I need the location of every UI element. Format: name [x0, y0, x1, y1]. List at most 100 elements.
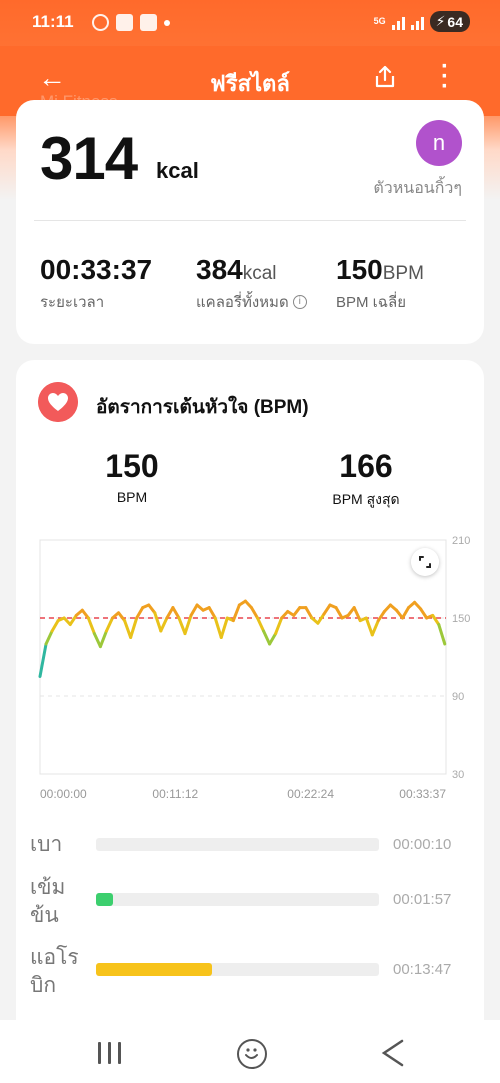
x-tick-label: 00:22:24: [287, 787, 334, 801]
zone-name: เข้มข้น: [30, 874, 65, 930]
heart-rate-segment: [364, 616, 374, 637]
heart-rate-segment: [135, 606, 145, 620]
total-calories-unit: kcal: [242, 263, 277, 284]
zone-name-line: ข้น: [30, 904, 59, 927]
system-nav-bar: [0, 1020, 500, 1083]
heart-rate-segment: [92, 632, 102, 649]
share-icon[interactable]: [372, 64, 398, 90]
zone-duration: 00:00:10: [393, 836, 452, 853]
hr-max-value: 166: [339, 448, 393, 484]
heart-rate-title: อัตราการเต้นหัวใจ (BPM): [96, 397, 309, 418]
avatar[interactable]: n: [416, 120, 462, 166]
zone-bar-fill: [96, 963, 213, 976]
heart-rate-segment: [419, 607, 429, 620]
nav-back-icon[interactable]: [380, 1038, 406, 1068]
heart-rate-segment: [431, 613, 441, 626]
zone-name: เบา: [30, 831, 62, 859]
x-tick-label: 00:00:00: [40, 787, 87, 801]
heart-rate-segment: [262, 629, 272, 646]
heart-rate-segment: [370, 619, 380, 637]
hr-avg-stat: 150 BPM: [52, 448, 212, 505]
heart-rate-segment: [98, 629, 108, 649]
zone-name-line: แอโร: [30, 946, 79, 969]
zone-bar-track: [96, 963, 379, 976]
hr-max-stat: 166 BPM สูงสุด: [286, 448, 446, 511]
y-tick-label: 210: [452, 535, 470, 547]
battery-indicator: ⚡ 64: [429, 11, 470, 32]
heart-rate-segment: [322, 603, 332, 616]
notification-dot-icon: [164, 19, 170, 26]
signal-icon-2: [410, 14, 424, 30]
zone-name-line: เบา: [30, 833, 63, 856]
info-icon[interactable]: i: [292, 295, 307, 309]
zone-duration: 00:13:47: [393, 961, 452, 978]
heart-rate-segment: [401, 606, 411, 620]
heart-rate-segment: [165, 606, 175, 620]
store-icon: [140, 14, 157, 31]
heart-rate-segment: [207, 606, 217, 620]
heart-rate-segment: [376, 610, 386, 623]
zone-name-line: บิก: [30, 974, 57, 997]
duration-value: 00:33:37: [40, 254, 153, 285]
avg-bpm-stat: 150BPM BPM เฉลี่ย: [336, 254, 424, 314]
home-icon[interactable]: [237, 1039, 267, 1069]
avg-bpm-label: BPM เฉลี่ย: [336, 294, 406, 311]
zone-row: เข้มข้น 00:01:57: [16, 876, 484, 940]
zone-name-line: เข้ม: [30, 876, 66, 899]
total-calories-value: 384: [196, 254, 243, 285]
heart-rate-segment: [189, 603, 199, 617]
heart-rate-segment: [129, 616, 139, 639]
heart-rate-segment: [334, 606, 344, 620]
zone-duration: 00:01:57: [393, 891, 452, 908]
battery-level: 64: [447, 13, 463, 30]
recent-apps-icon[interactable]: [98, 1042, 121, 1064]
heart-rate-segment: [44, 629, 54, 646]
x-tick-label: 00:33:37: [399, 787, 446, 801]
heart-rate-segment: [104, 616, 114, 633]
heart-rate-segment: [304, 606, 314, 620]
active-calories-value: 314: [40, 125, 138, 192]
avg-bpm-value: 150: [336, 254, 383, 285]
heart-rate-segment: [86, 616, 96, 636]
status-time: 11:11: [32, 12, 74, 31]
heart-rate-segment: [50, 619, 60, 633]
heart-rate-segment: [437, 623, 447, 646]
heart-rate-segment: [249, 606, 259, 620]
hr-max-label: BPM สูงสุด: [332, 491, 400, 507]
heart-rate-segment: [38, 642, 48, 678]
total-calories-label: แคลอรี่ทั้งหมด: [196, 294, 289, 311]
heart-rate-segment: [213, 616, 223, 639]
network-type: 5G: [373, 16, 386, 26]
expand-chart-icon[interactable]: [411, 548, 439, 576]
heart-rate-segment: [256, 616, 266, 633]
gmail-icon: [116, 14, 133, 31]
duration-stat: 00:33:37 ระยะเวลา: [40, 254, 152, 314]
zone-row: แอโรบิก 00:13:47: [16, 946, 484, 1010]
x-tick-label: 00:11:12: [152, 787, 198, 801]
status-bar: 11:11 5G ⚡ 64: [0, 0, 500, 46]
hr-avg-label: BPM: [116, 489, 148, 505]
signal-icon: [391, 14, 405, 30]
chart-frame: [39, 539, 447, 775]
heart-icon: [38, 382, 78, 422]
heart-rate-segment: [268, 632, 278, 646]
heart-rate-segment: [171, 606, 181, 620]
heart-rate-segment: [177, 616, 187, 636]
zone-row: เบา 00:00:10: [16, 825, 484, 885]
username: ตัวหนอนกิ้วๆ: [373, 180, 462, 197]
zone-bar-track: [96, 893, 379, 906]
hr-avg-value: 150: [105, 448, 159, 484]
zone-name: แอโรบิก: [30, 944, 79, 1000]
y-tick-label: 30: [452, 769, 464, 781]
heart-rate-segment: [159, 616, 169, 633]
zone-bar-track: [96, 838, 379, 851]
zone-bar-fill: [96, 893, 113, 906]
heart-rate-card: อัตราการเต้นหัวใจ (BPM) 150 BPM 166 BPM …: [16, 360, 484, 1040]
heart-rate-chart: 210 150 90 30 00:00:00 00:11:12 00:22:24 00:33:…: [38, 535, 470, 801]
y-tick-label: 150: [452, 613, 470, 625]
heart-rate-segment: [123, 619, 133, 639]
more-options-icon[interactable]: · · ·: [440, 55, 450, 99]
y-tick-label: 90: [452, 691, 464, 703]
sync-icon: [92, 14, 109, 31]
divider: [34, 220, 466, 221]
